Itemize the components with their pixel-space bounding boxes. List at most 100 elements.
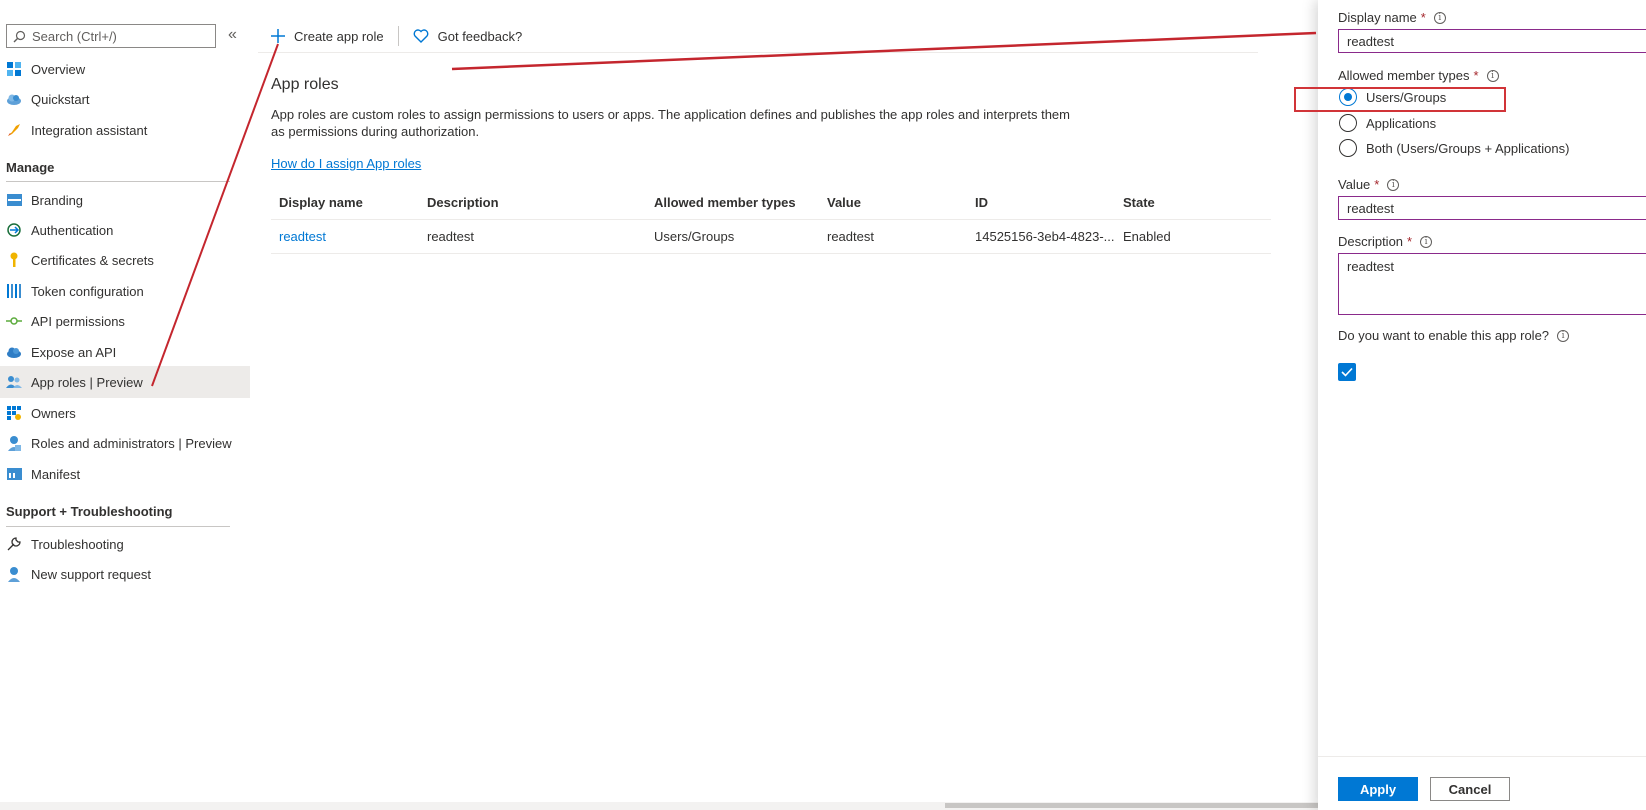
sidebar-item-app-roles[interactable]: App roles | Preview	[0, 366, 250, 398]
collapse-sidebar-button[interactable]: «	[228, 26, 237, 44]
info-icon[interactable]: i	[1433, 11, 1446, 24]
search-placeholder: Search (Ctrl+/)	[32, 28, 117, 44]
member-types-label: Allowed member types * i	[1338, 68, 1499, 83]
sidebar-item-new-support-request[interactable]: New support request	[0, 558, 250, 590]
sidebar-item-api-permissions[interactable]: API permissions	[0, 305, 250, 337]
sidebar-item-certificates-secrets[interactable]: Certificates & secrets	[0, 244, 250, 276]
help-link[interactable]: How do I assign App roles	[271, 156, 421, 171]
sidebar-item-label: Expose an API	[31, 344, 117, 360]
value-label-text: Value	[1338, 177, 1371, 192]
command-bar: Create app role Got feedback?	[271, 22, 522, 50]
sidebar-item-label: Branding	[31, 192, 84, 208]
roles-admin-icon	[6, 435, 22, 451]
column-header[interactable]: Allowed member types	[654, 186, 824, 220]
sidebar-item-overview[interactable]: Overview	[0, 53, 250, 85]
sidebar-item-label: App roles | Preview	[31, 374, 143, 390]
scrollbar-thumb[interactable]	[945, 803, 1318, 808]
value-label: Value * i	[1338, 177, 1400, 192]
heart-icon	[413, 29, 429, 43]
radio-applications[interactable]: Applications	[1339, 114, 1436, 132]
column-header[interactable]: Display name	[279, 186, 419, 220]
role-display-name-link[interactable]: readtest	[279, 220, 419, 254]
role-value: readtest	[827, 229, 874, 244]
manage-divider	[6, 181, 230, 182]
sidebar-item-label: Manifest	[31, 466, 81, 482]
sidebar-item-label: Token configuration	[31, 283, 144, 299]
sidebar-item-label: API permissions	[31, 313, 125, 329]
search-input[interactable]: Search (Ctrl+/)	[6, 24, 216, 48]
info-icon[interactable]: i	[1486, 69, 1499, 82]
sidebar-item-authentication[interactable]: Authentication	[0, 214, 250, 246]
info-icon[interactable]: i	[1557, 329, 1570, 342]
intro-text: App roles are custom roles to assign per…	[271, 107, 1070, 139]
required-mark: *	[1374, 177, 1380, 192]
radio-button[interactable]	[1339, 139, 1357, 157]
sidebar-item-troubleshooting[interactable]: Troubleshooting	[0, 528, 250, 560]
enable-checkbox[interactable]	[1338, 363, 1356, 381]
radio-label: Applications	[1366, 115, 1437, 131]
sidebar-item-label: Quickstart	[31, 91, 90, 107]
description-value: readtest	[1347, 259, 1394, 274]
column-header[interactable]: Value	[827, 186, 967, 220]
sidebar-item-branding[interactable]: Branding	[0, 184, 250, 216]
radio-button[interactable]	[1339, 114, 1357, 132]
sidebar-item-label: New support request	[31, 566, 151, 582]
value-value: readtest	[1347, 200, 1394, 216]
create-app-role-button[interactable]: Create app role	[271, 29, 384, 44]
role-id: 14525156-3eb4-4823-...	[975, 229, 1115, 244]
sidebar-item-owners[interactable]: Owners	[0, 397, 250, 429]
column-header[interactable]: State	[1123, 186, 1243, 220]
table-header: Display name Description Allowed member …	[271, 186, 1271, 220]
branding-icon	[6, 192, 22, 208]
manifest-icon	[6, 466, 22, 482]
toolbar-divider	[258, 52, 1258, 53]
authentication-icon	[6, 222, 22, 238]
info-icon[interactable]: i	[1420, 235, 1433, 248]
display-name-input[interactable]: readtest	[1338, 29, 1646, 53]
toolbar-separator	[397, 26, 399, 46]
sidebar-item-label: Troubleshooting	[31, 536, 124, 552]
feedback-label: Got feedback?	[437, 28, 523, 44]
sidebar-item-label: Integration assistant	[31, 122, 148, 138]
checkmark-icon	[1341, 367, 1353, 377]
value-input[interactable]: readtest	[1338, 196, 1646, 220]
panel-footer-divider	[1318, 756, 1646, 757]
api-permissions-icon	[6, 313, 22, 329]
cancel-button[interactable]: Cancel	[1430, 777, 1510, 801]
sidebar-item-label: Certificates & secrets	[31, 252, 154, 268]
radio-label: Both (Users/Groups + Applications)	[1366, 140, 1570, 156]
role-state: Enabled	[1123, 229, 1171, 244]
required-mark: *	[1407, 234, 1413, 249]
support-person-icon	[6, 566, 22, 582]
apply-button[interactable]: Apply	[1338, 777, 1418, 801]
app-roles-people-icon	[6, 374, 22, 390]
sidebar-item-expose-an-api[interactable]: Expose an API	[0, 336, 250, 368]
edit-app-role-panel: Display name * i readtest Allowed member…	[1318, 0, 1646, 810]
sidebar-item-token-configuration[interactable]: Token configuration	[0, 275, 250, 307]
info-icon[interactable]: i	[1387, 178, 1400, 191]
sidebar-item-label: Overview	[31, 61, 86, 77]
sidebar-item-label: Authentication	[31, 222, 114, 238]
description-label-text: Description	[1338, 234, 1404, 249]
radio-both[interactable]: Both (Users/Groups + Applications)	[1339, 139, 1569, 157]
create-app-role-label: Create app role	[294, 28, 384, 44]
key-icon	[6, 252, 22, 268]
column-header[interactable]: Description	[427, 186, 647, 220]
sidebar-item-manifest[interactable]: Manifest	[0, 458, 250, 490]
sidebar-item-roles-administrators[interactable]: Roles and administrators | Preview	[0, 427, 250, 459]
manage-section-title: Manage	[6, 160, 55, 175]
sidebar-item-integration-assistant[interactable]: Integration assistant	[0, 114, 250, 146]
enable-label: Do you want to enable this app role? i	[1338, 328, 1570, 343]
app-roles-table: Display name Description Allowed member …	[271, 186, 1271, 254]
plus-icon	[271, 29, 285, 43]
sidebar-item-quickstart[interactable]: Quickstart	[0, 83, 250, 115]
column-header[interactable]: ID	[975, 186, 1115, 220]
token-bars-icon	[6, 283, 22, 299]
role-description: readtest	[427, 229, 474, 244]
rocket-icon	[6, 122, 22, 138]
feedback-button[interactable]: Got feedback?	[413, 28, 523, 44]
table-row[interactable]: readtest readtest Users/Groups readtest …	[271, 220, 1271, 254]
sidebar: Search (Ctrl+/) « Overview Quickstart In…	[0, 0, 250, 810]
description-textarea[interactable]: readtest	[1338, 253, 1646, 315]
wrench-icon	[6, 536, 22, 552]
